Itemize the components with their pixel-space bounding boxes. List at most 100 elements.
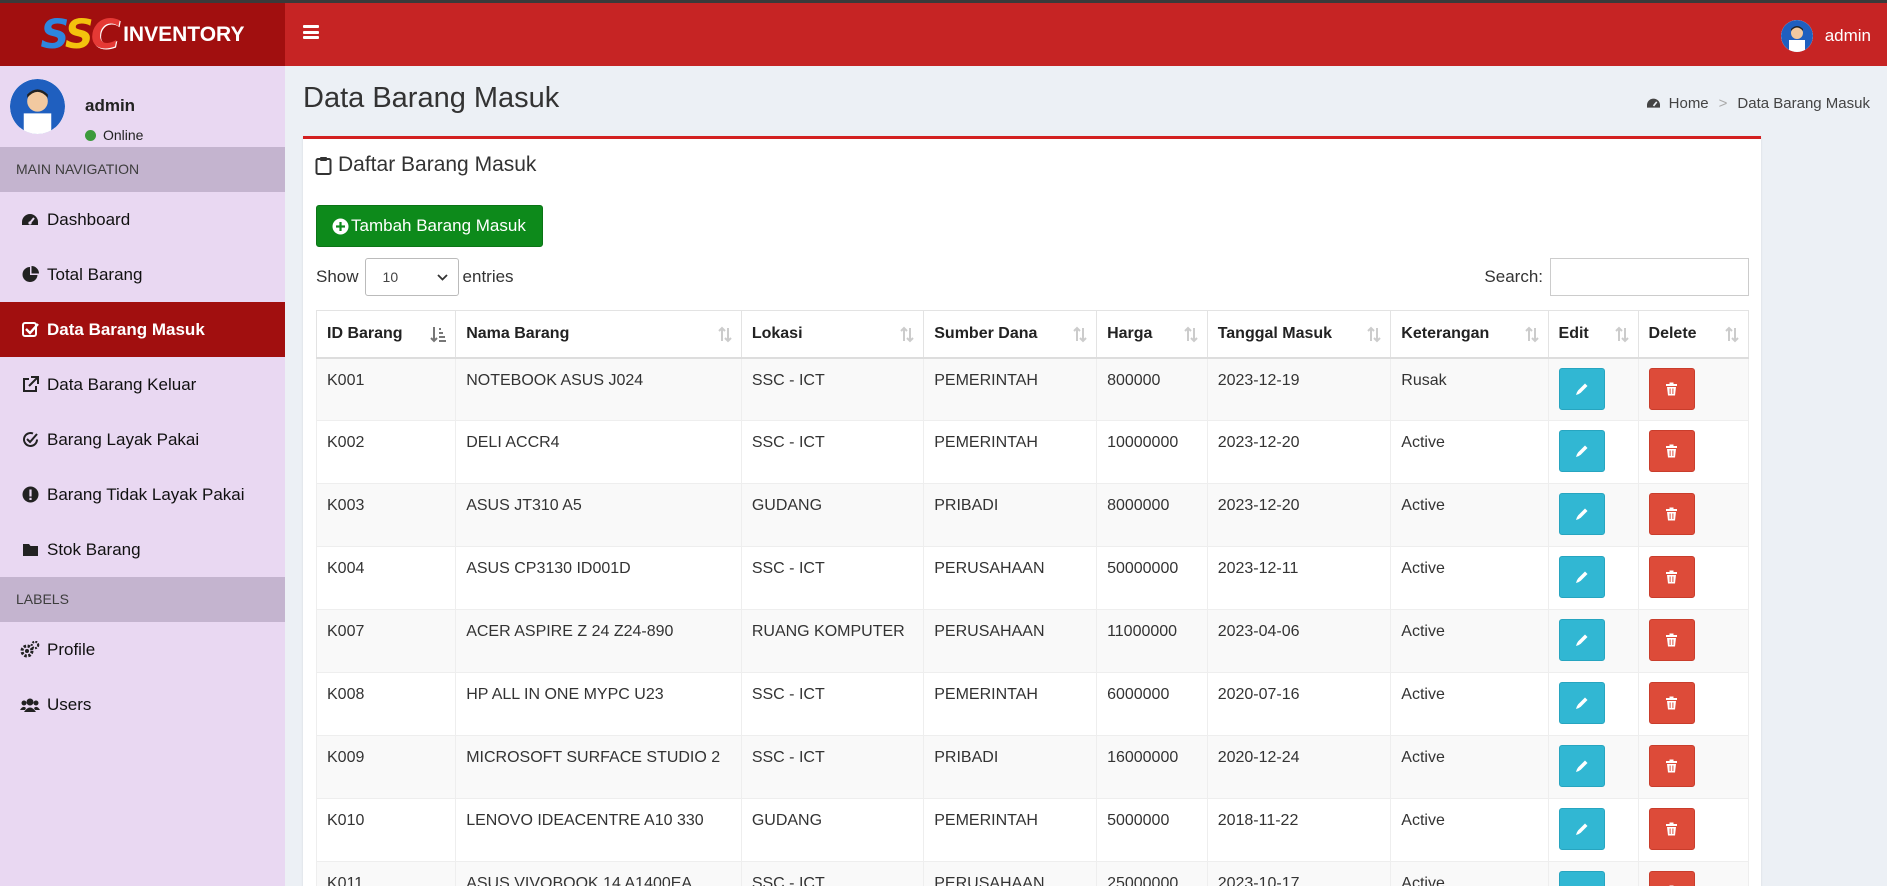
edit-cell [1547,861,1639,886]
delete-button[interactable] [1648,745,1695,787]
table-cell: 5000000 [1096,798,1208,862]
edit-cell [1547,420,1639,484]
plus-circle-icon [332,218,349,234]
edit-button[interactable] [1558,808,1605,850]
table-cell: 2023-12-20 [1206,483,1392,547]
breadcrumb: Home > Data Barang Masuk [1646,95,1870,112]
table-cell: PEMERINTAH [923,357,1098,421]
show-label: Show [316,267,359,286]
column-header[interactable]: ID Barang [315,310,457,359]
edit-button[interactable] [1558,619,1605,661]
pencil-icon [1575,508,1588,520]
table-cell: 2023-12-20 [1206,420,1392,484]
user-menu[interactable]: admin [1780,20,1871,52]
delete-button[interactable] [1648,430,1695,472]
sidebar-item-users[interactable]: Users [0,677,285,732]
delete-button[interactable] [1648,556,1695,598]
table-row: K008 HP ALL IN ONE MYPC U23 SSC - ICT PEMER… [315,672,1750,736]
table-row: K004 ASUS CP3130 ID001D SSC - ICT PERUSAHAA… [315,546,1750,610]
edit-button[interactable] [1558,745,1605,787]
table-cell: Active [1390,609,1549,673]
pie-chart-icon [20,265,40,285]
trash-icon [1666,444,1678,458]
table-cell: ACER ASPIRE Z 24 Z24-890 [455,609,742,673]
page-title: Data Barang Masuk [303,82,560,114]
table-cell: PERUSAHAAN [923,609,1098,673]
table-header-row: ID Barang Nama Barang Lokasi Sumber Dana Har… [315,310,1750,359]
entries-select[interactable]: 10 [364,258,459,296]
search-label: Search: [1484,267,1543,286]
column-header-label: ID Barang [327,324,403,342]
clipboard-icon [315,156,332,175]
edit-button[interactable] [1558,367,1605,410]
logo[interactable]: SSC INVENTORY [0,3,285,66]
table-cell: PEMERINTAH [923,798,1098,862]
table-cell: PRIBADI [923,735,1098,799]
table-cell: Active [1390,861,1549,886]
sidebar-item-barang-layak-pakai[interactable]: Barang Layak Pakai [0,412,285,467]
column-header[interactable]: Lokasi [740,310,925,359]
table-cell: PRIBADI [923,483,1098,547]
breadcrumb-separator: > [1718,95,1728,112]
trash-icon [1666,507,1678,521]
sidebar-item-label: Stok Barang [47,539,141,559]
sidebar-item-label: Total Barang [47,264,143,284]
table-cell: ASUS JT310 A5 [455,483,742,547]
pencil-icon [1575,634,1588,646]
sidebar-item-data-barang-masuk[interactable]: Data Barang Masuk [0,302,285,357]
column-header[interactable]: Delete [1637,310,1750,359]
sidebar-item-data-barang-keluar[interactable]: Data Barang Keluar [0,357,285,412]
avatar [10,79,65,134]
sidebar-item-dashboard[interactable]: Dashboard [0,192,285,247]
navbar-username: admin [1824,26,1871,45]
column-header[interactable]: Sumber Dana [923,310,1098,359]
column-header[interactable]: Nama Barang [455,310,742,359]
table-cell: PERUSAHAAN [923,546,1098,610]
delete-cell [1637,609,1750,673]
breadcrumb-home[interactable]: Home [1646,95,1709,112]
column-header[interactable]: Harga [1096,310,1208,359]
delete-button[interactable] [1648,493,1695,535]
labels-header: LABELS [0,577,285,622]
add-barang-masuk-button[interactable]: Tambah Barang Masuk [316,205,543,247]
table-row: K009 MICROSOFT SURFACE STUDIO 2 SSC - ICT P… [315,735,1750,799]
sidebar-item-profile[interactable]: Profile [0,622,285,677]
edit-button[interactable] [1558,430,1605,472]
sidebar-username: admin [85,96,136,115]
table-cell: SSC - ICT [740,420,925,484]
users-icon [20,695,40,715]
edit-button[interactable] [1558,493,1605,535]
sidebar-item-total-barang[interactable]: Total Barang [0,247,285,302]
delete-button[interactable] [1648,808,1695,850]
edit-button[interactable] [1558,556,1605,598]
delete-button[interactable] [1648,871,1695,886]
sidebar-item-barang-tidak-layak-pakai[interactable]: Barang Tidak Layak Pakai [0,467,285,522]
delete-button[interactable] [1648,367,1695,410]
column-header[interactable]: Keterangan [1390,310,1549,359]
column-header-label: Keterangan [1401,324,1490,342]
table-cell: SSC - ICT [740,861,925,886]
delete-button[interactable] [1648,619,1695,661]
search-input[interactable] [1550,258,1749,296]
sort-icon [1524,326,1539,348]
table-cell: LENOVO IDEACENTRE A10 330 [455,798,742,862]
breadcrumb-home-label: Home [1668,95,1709,112]
pencil-icon [1575,383,1588,395]
table-cell: GUDANG [740,798,925,862]
table-cell: 10000000 [1096,420,1208,484]
edit-cell [1547,609,1639,673]
user-panel: admin Online [10,79,280,143]
delete-button[interactable] [1648,682,1695,724]
sidebar-item-label: Dashboard [47,209,131,229]
edit-button[interactable] [1558,682,1605,724]
column-header[interactable]: Tanggal Masuk [1206,310,1392,359]
table-cell: Rusak [1390,357,1549,421]
edit-button[interactable] [1558,871,1605,886]
edit-cell [1547,357,1639,421]
column-header[interactable]: Edit [1547,310,1639,359]
delete-cell [1637,861,1750,886]
sidebar-toggle-icon[interactable] [303,25,319,39]
status-text: Online [103,127,144,143]
exclamation-circle-icon [20,485,40,505]
sidebar-item-stok-barang[interactable]: Stok Barang [0,522,285,577]
